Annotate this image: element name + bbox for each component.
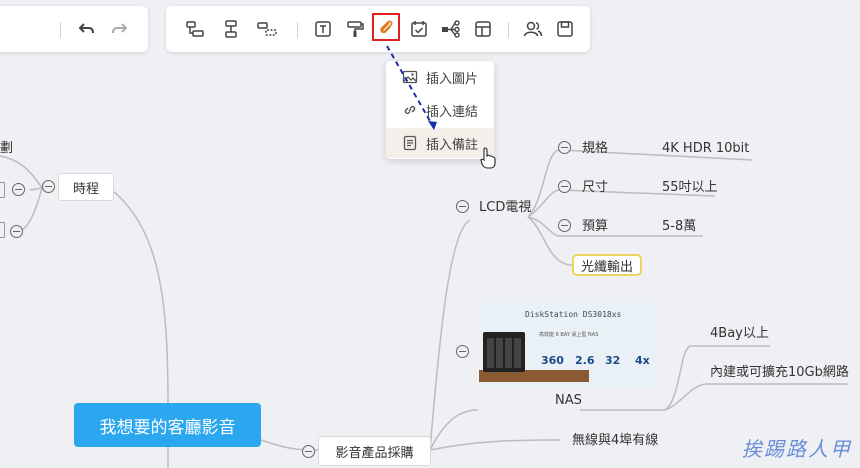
topic-schedule[interactable]: 時程	[58, 173, 114, 201]
collapse-toggle[interactable]	[42, 180, 55, 193]
attachment-icon[interactable]	[372, 13, 400, 41]
insert-link-label: 插入連結	[426, 104, 479, 120]
text-icon[interactable]	[310, 16, 336, 42]
nas-stat: 360	[541, 354, 564, 367]
topic-av-purchase[interactable]: 影音產品採購	[318, 436, 431, 466]
insert-floating-topic-icon[interactable]	[254, 16, 280, 42]
topic-fragment-box	[0, 222, 5, 238]
task-icon[interactable]	[406, 16, 432, 42]
topic-spec-value[interactable]: 4K HDR 10bit	[662, 140, 749, 158]
topic-budget[interactable]: 預算	[582, 218, 608, 236]
topic-nas-network[interactable]: 內建或可擴充10Gb網路	[710, 364, 849, 382]
link-icon	[404, 105, 416, 115]
collapse-toggle[interactable]	[302, 445, 315, 458]
topic-optical-out-label: 光纖輸出	[580, 259, 633, 275]
collapse-toggle[interactable]	[558, 180, 571, 193]
nas-stat: 32	[605, 354, 621, 367]
insert-image-label: 插入圖片	[426, 71, 479, 87]
insert-image-item[interactable]: 插入圖片	[386, 62, 494, 92]
central-topic-label: 我想要的客廳影音	[99, 417, 236, 438]
nas-stat: 4x	[635, 354, 650, 367]
collapse-toggle[interactable]	[456, 345, 469, 358]
topic-budget-value[interactable]: 5-8萬	[662, 218, 696, 236]
nas-stat: 2.6	[575, 354, 595, 367]
mindmap-canvas[interactable]: 插入圖片 插入連結 插入備註 劃 時程 我想要的客廳影音 影音產品採購 LCD電…	[0, 0, 860, 468]
relationship-icon[interactable]	[438, 16, 464, 42]
history-toolbar	[0, 6, 148, 52]
collapse-toggle[interactable]	[558, 141, 571, 154]
toolbar-divider	[508, 22, 509, 38]
toolbar-divider	[60, 22, 61, 38]
redo-icon[interactable]	[106, 16, 132, 42]
undo-icon[interactable]	[74, 16, 100, 42]
insert-link-item[interactable]: 插入連結	[386, 95, 494, 125]
save-icon[interactable]	[552, 16, 578, 42]
topic-nas-bays[interactable]: 4Bay以上	[710, 325, 769, 343]
collaborate-icon[interactable]	[520, 16, 546, 42]
topic-wireless[interactable]: 無線與4埠有線	[572, 432, 658, 450]
topic-size-value[interactable]: 55吋以上	[662, 179, 718, 197]
topic-fragment[interactable]: 劃	[0, 140, 13, 158]
topic-schedule-label: 時程	[72, 181, 99, 197]
central-topic[interactable]: 我想要的客廳影音	[74, 403, 261, 447]
insert-topic-icon[interactable]	[218, 16, 244, 42]
topic-lcd-tv[interactable]: LCD電視	[479, 199, 531, 217]
collapse-toggle[interactable]	[12, 183, 25, 196]
image-icon	[402, 70, 418, 84]
topic-av-purchase-label: 影音產品採購	[335, 445, 414, 461]
topic-fragment-box	[0, 182, 5, 198]
layout-icon[interactable]	[470, 16, 496, 42]
watermark-text: 挨踢路人甲	[742, 437, 852, 461]
format-painter-icon[interactable]	[342, 16, 368, 42]
topic-nas[interactable]: NAS	[555, 392, 582, 410]
topic-size[interactable]: 尺寸	[582, 179, 608, 197]
nas-model-text: DiskStation DS3018xs	[525, 310, 622, 319]
collapse-toggle[interactable]	[456, 200, 469, 213]
insert-subtopic-icon[interactable]	[182, 16, 208, 42]
note-icon	[403, 135, 417, 151]
insert-note-item[interactable]: 插入備註	[386, 128, 494, 158]
collapse-toggle[interactable]	[10, 225, 23, 238]
hand-cursor-icon	[480, 147, 496, 169]
nas-desc-text: 高效能 6 BAY 桌上型 NAS	[539, 332, 599, 338]
collapse-toggle[interactable]	[558, 219, 571, 232]
topic-optical-out[interactable]: 光纖輸出	[572, 254, 642, 276]
topic-spec[interactable]: 規格	[582, 140, 608, 158]
toolbar-divider	[297, 22, 298, 38]
nas-product-image[interactable]: DiskStation DS3018xs 高效能 6 BAY 桌上型 NAS 3…	[479, 298, 656, 388]
main-toolbar	[166, 6, 590, 52]
insert-note-label: 插入備註	[426, 137, 479, 153]
insert-menu: 插入圖片 插入連結 插入備註	[386, 61, 494, 159]
